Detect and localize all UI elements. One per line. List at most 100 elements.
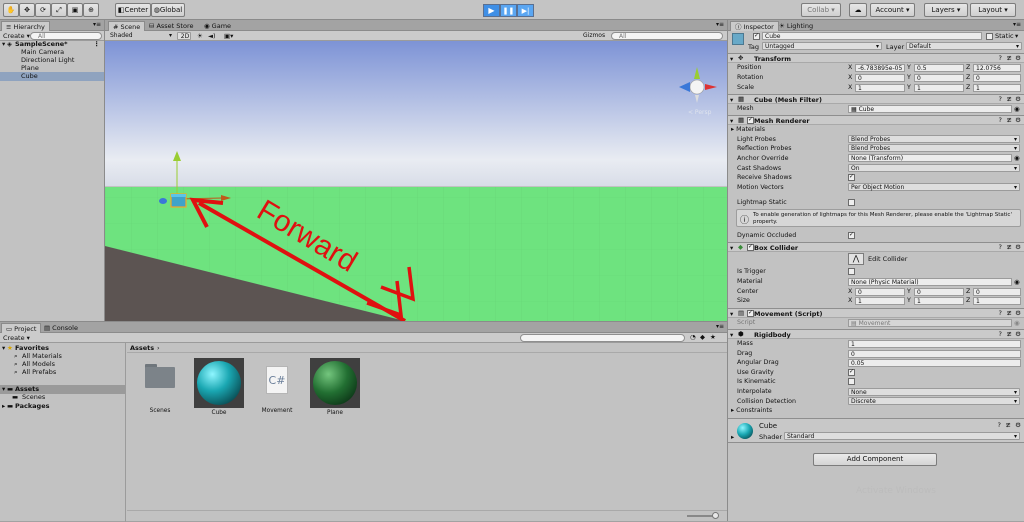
help-icon[interactable]: ? bbox=[999, 330, 1002, 338]
position-z-field[interactable]: 12.0756 bbox=[973, 64, 1021, 72]
preset-icon[interactable]: ≢ bbox=[1007, 243, 1012, 251]
is-trigger-checkbox[interactable] bbox=[848, 268, 855, 275]
hand-tool-icon[interactable]: ✋ bbox=[3, 3, 19, 17]
gear-icon[interactable]: ⚙ bbox=[1015, 116, 1021, 124]
gear-icon[interactable]: ⚙ bbox=[1015, 330, 1021, 338]
gear-icon[interactable]: ⚙ bbox=[1015, 95, 1021, 103]
move-tool-icon[interactable]: ✥ bbox=[19, 3, 35, 17]
step-button[interactable]: ▶| bbox=[517, 4, 534, 17]
help-icon[interactable]: ? bbox=[999, 309, 1002, 317]
rotation-x-field[interactable]: 0 bbox=[855, 74, 905, 82]
scene-viewport[interactable]: Forward < Persp bbox=[105, 41, 727, 321]
hierarchy-create-button[interactable]: Create ▾ bbox=[3, 32, 30, 40]
asset-item[interactable]: Cube bbox=[193, 358, 245, 416]
object-picker-icon[interactable]: ◉ bbox=[1014, 278, 1020, 286]
motion-vectors-dropdown[interactable]: Per Object Motion ▾ bbox=[848, 183, 1020, 191]
materials-foldout[interactable]: ▸ Materials bbox=[731, 125, 765, 134]
drag-field[interactable]: 0 bbox=[848, 350, 1021, 358]
object-picker-icon[interactable]: ◉ bbox=[1014, 105, 1020, 113]
favorite-item[interactable]: ⌕ All Prefabs bbox=[0, 368, 125, 377]
layers-dropdown[interactable]: Layers ▾ bbox=[924, 3, 968, 17]
rotation-z-field[interactable]: 0 bbox=[973, 74, 1021, 82]
preset-icon[interactable]: ≢ bbox=[1006, 421, 1011, 429]
center-x-field[interactable]: 0 bbox=[855, 288, 905, 296]
layer-dropdown[interactable]: Default ▾ bbox=[906, 42, 1022, 50]
scale-tool-icon[interactable]: ⤢ bbox=[51, 3, 67, 17]
scale-x-field[interactable]: 1 bbox=[855, 84, 905, 92]
active-checkbox[interactable] bbox=[753, 33, 760, 40]
reflection-probes-dropdown[interactable]: Blend Probes ▾ bbox=[848, 144, 1020, 152]
asset-item[interactable]: Scenes bbox=[134, 358, 186, 414]
effects-dropdown-icon[interactable]: ▣▾ bbox=[224, 32, 233, 40]
panel-menu-icon[interactable]: ▾≡ bbox=[93, 21, 101, 28]
is-kinematic-checkbox[interactable] bbox=[848, 378, 855, 385]
preset-icon[interactable]: ≢ bbox=[1007, 95, 1012, 103]
help-icon[interactable]: ? bbox=[999, 95, 1002, 103]
dynamic-occluded-checkbox[interactable] bbox=[848, 232, 855, 239]
object-picker-icon[interactable]: ◉ bbox=[1014, 154, 1020, 162]
collision-detection-dropdown[interactable]: Discrete ▾ bbox=[848, 397, 1020, 405]
interpolate-dropdown[interactable]: None ▾ bbox=[848, 388, 1020, 396]
size-y-field[interactable]: 1 bbox=[914, 297, 964, 305]
lighting-toggle-icon[interactable]: ☀ bbox=[197, 32, 203, 40]
tab-scene[interactable]: # Scene bbox=[108, 21, 146, 31]
gear-icon[interactable]: ⚙ bbox=[1015, 421, 1021, 429]
tab-game[interactable]: ◉ Game bbox=[200, 21, 235, 31]
mesh-field[interactable]: ▦ Cube bbox=[848, 105, 1012, 113]
star-filter-icon[interactable]: ★ bbox=[710, 333, 716, 341]
tab-console[interactable]: ▤ Console bbox=[40, 323, 82, 333]
angular-drag-field[interactable]: 0.05 bbox=[848, 359, 1021, 367]
help-icon[interactable]: ? bbox=[998, 421, 1001, 429]
scenes-folder-row[interactable]: ▬ Scenes bbox=[0, 393, 125, 402]
tab-hierarchy[interactable]: ≡ Hierarchy bbox=[1, 21, 50, 31]
lightmap-static-checkbox[interactable] bbox=[848, 199, 855, 206]
space-toggle-button[interactable]: ◍ Global bbox=[151, 3, 185, 17]
use-gravity-checkbox[interactable] bbox=[848, 369, 855, 376]
pause-button[interactable]: ❚❚ bbox=[500, 4, 517, 17]
asset-item[interactable]: Plane bbox=[309, 358, 361, 416]
rotation-y-field[interactable]: 0 bbox=[914, 74, 964, 82]
tab-asset-store[interactable]: ⛁ Asset Store bbox=[145, 21, 197, 31]
gear-icon[interactable]: ⚙ bbox=[1015, 309, 1021, 317]
edit-collider-button[interactable]: ⋀ bbox=[848, 253, 864, 265]
constraints-foldout[interactable]: ▸ Constraints bbox=[731, 406, 772, 415]
mesh-renderer-enabled-checkbox[interactable] bbox=[747, 117, 754, 124]
gizmos-dropdown[interactable]: Gizmos ▾ bbox=[581, 32, 609, 46]
tab-inspector[interactable]: ⓘ Inspector bbox=[730, 21, 779, 31]
add-component-button[interactable]: Add Component bbox=[813, 453, 937, 466]
hierarchy-item-selected[interactable]: Cube bbox=[0, 72, 104, 81]
static-checkbox[interactable] bbox=[986, 33, 993, 40]
anchor-override-field[interactable]: None (Transform) bbox=[848, 154, 1012, 162]
position-x-field[interactable]: -6.783895e-05 bbox=[855, 64, 905, 72]
scene-search-input[interactable]: All bbox=[611, 32, 723, 40]
cloud-button[interactable]: ☁ bbox=[849, 3, 867, 17]
panel-menu-icon[interactable]: ▾≡ bbox=[1013, 21, 1021, 28]
panel-menu-icon[interactable]: ▾≡ bbox=[716, 21, 724, 28]
gear-icon[interactable]: ⚙ bbox=[1015, 243, 1021, 251]
preset-icon[interactable]: ≢ bbox=[1007, 330, 1012, 338]
shading-mode-dropdown[interactable]: Shaded ▾ bbox=[108, 32, 174, 40]
project-search-input[interactable] bbox=[520, 334, 685, 342]
object-name-field[interactable]: Cube bbox=[762, 32, 982, 40]
packages-folder-row[interactable]: ▸ ▬ Packages bbox=[0, 402, 125, 411]
transform-header[interactable]: ▾ ✥ Transform ? ≢ ⚙ bbox=[728, 53, 1024, 63]
scale-y-field[interactable]: 1 bbox=[914, 84, 964, 92]
2d-toggle-button[interactable]: 2D bbox=[177, 32, 191, 40]
collab-dropdown[interactable]: Collab ▾ bbox=[801, 3, 841, 17]
scale-z-field[interactable]: 1 bbox=[973, 84, 1021, 92]
center-z-field[interactable]: 0 bbox=[973, 288, 1021, 296]
size-x-field[interactable]: 1 bbox=[855, 297, 905, 305]
receive-shadows-checkbox[interactable] bbox=[848, 174, 855, 181]
preset-icon[interactable]: ≢ bbox=[1007, 54, 1012, 62]
material-section[interactable]: ▸ Cube Shader Standard ▾ ⚙ ≢ ? bbox=[728, 418, 1024, 443]
tag-dropdown[interactable]: Untagged ▾ bbox=[762, 42, 882, 50]
filter-type-icon[interactable]: ◔ bbox=[690, 333, 696, 341]
pivot-toggle-button[interactable]: ◧ Center bbox=[115, 3, 151, 17]
box-collider-enabled-checkbox[interactable] bbox=[747, 244, 754, 251]
collider-material-field[interactable]: None (Physic Material) bbox=[848, 278, 1012, 286]
box-collider-header[interactable]: ▾ ◆ Box Collider ? ≢ ⚙ bbox=[728, 242, 1024, 252]
filter-label-icon[interactable]: ◆ bbox=[700, 333, 705, 341]
tab-lighting[interactable]: ☀ Lighting bbox=[775, 21, 817, 31]
asset-item[interactable]: C# Movement bbox=[251, 358, 303, 414]
center-y-field[interactable]: 0 bbox=[914, 288, 964, 296]
